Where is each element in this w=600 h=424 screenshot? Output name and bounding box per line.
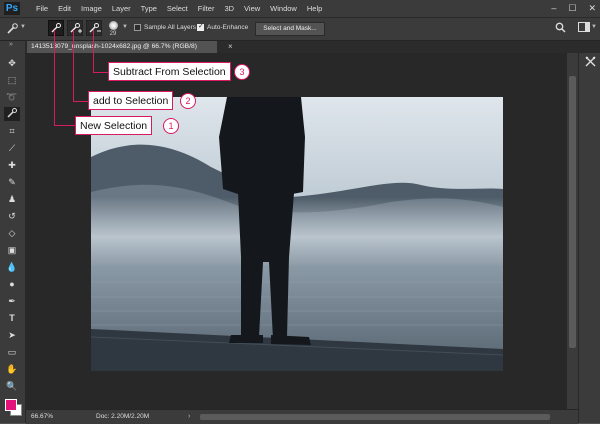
menu-window[interactable]: Window <box>265 3 302 14</box>
zoom-icon[interactable]: 🔍 <box>4 379 20 393</box>
right-panel-header <box>578 41 600 53</box>
stamp-icon[interactable]: ♟ <box>4 192 20 206</box>
callout-label: Subtract From Selection <box>113 66 226 78</box>
menu-image[interactable]: Image <box>76 3 107 14</box>
crop-icon[interactable]: ⌗ <box>4 124 20 138</box>
brush-icon[interactable]: ✎ <box>4 175 20 189</box>
document-tab[interactable]: 1413513079_unsplash-1024x682.jpg @ 66.7%… <box>27 41 217 53</box>
vertical-scrollbar-thumb[interactable] <box>569 76 576 348</box>
document-info: Doc: 2.20M/2.20M <box>96 413 150 420</box>
type-icon[interactable]: T <box>4 311 20 325</box>
healing-icon[interactable]: ✚ <box>4 158 20 172</box>
status-menu-arrow[interactable]: › <box>188 412 190 422</box>
foreground-color-swatch[interactable] <box>5 399 17 411</box>
document-tab-bar: 1413513079_unsplash-1024x682.jpg @ 66.7%… <box>25 41 578 53</box>
quick-selection-tool-preset-icon[interactable] <box>5 22 19 36</box>
marquee-icon[interactable]: ⬚ <box>4 73 20 87</box>
document-tab-title: 1413513079_unsplash-1024x682.jpg @ 66.7%… <box>31 43 197 50</box>
callout-subtract-from-selection: Subtract From Selection <box>108 62 231 81</box>
sample-all-layers-label: Sample All Layers <box>144 24 197 31</box>
dodge-icon[interactable]: ● <box>4 277 20 291</box>
menu-type[interactable]: Type <box>136 3 162 14</box>
chevron-down-icon[interactable]: ▼ <box>122 24 128 30</box>
shape-icon[interactable]: ▭ <box>4 345 20 359</box>
menu-select[interactable]: Select <box>162 3 193 14</box>
new-selection-button[interactable] <box>48 20 64 36</box>
menu-3d[interactable]: 3D <box>219 3 239 14</box>
eraser-icon[interactable]: ◇ <box>4 226 20 240</box>
sample-all-layers-checkbox[interactable] <box>134 24 141 31</box>
menu-help[interactable]: Help <box>302 3 327 14</box>
annotation-line <box>54 125 76 127</box>
menu-edit[interactable]: Edit <box>53 3 76 14</box>
auto-enhance-label: Auto-Enhance <box>207 24 249 31</box>
maximize-button[interactable]: ☐ <box>568 2 576 14</box>
menu-view[interactable]: View <box>239 3 265 14</box>
callout-label: New Selection <box>80 120 148 132</box>
brush-size-picker[interactable]: 29 <box>106 19 120 39</box>
brush-tip-icon <box>108 21 118 30</box>
menu-bar: Ps File Edit Image Layer Type Select Fil… <box>0 0 600 18</box>
callout-number-2: 2 <box>180 93 196 109</box>
toolbar-header: » <box>0 41 25 53</box>
status-bar: 66.67% Doc: 2.20M/2.20M › <box>26 409 578 424</box>
menu-filter[interactable]: Filter <box>193 3 220 14</box>
add-to-selection-button[interactable] <box>67 20 83 36</box>
menu-layer[interactable]: Layer <box>107 3 136 14</box>
zoom-level[interactable]: 66.67% <box>31 412 53 422</box>
history-brush-icon[interactable]: ↺ <box>4 209 20 223</box>
document-image[interactable] <box>91 97 503 371</box>
callout-add-to-selection: add to Selection <box>88 91 174 110</box>
gradient-icon[interactable]: ▣ <box>4 243 20 257</box>
brush-size-value: 29 <box>109 31 117 37</box>
callout-number-3: 3 <box>234 64 250 80</box>
callout-label: add to Selection <box>93 95 169 107</box>
path-select-icon[interactable]: ➤ <box>4 328 20 342</box>
menu-file[interactable]: File <box>31 3 53 14</box>
chevron-down-icon[interactable]: ▼ <box>591 24 597 30</box>
annotation-line <box>73 101 89 103</box>
auto-enhance-option[interactable]: Auto-Enhance <box>197 22 249 31</box>
callout-number-1: 1 <box>163 118 179 134</box>
pen-icon[interactable]: ✒ <box>4 294 20 308</box>
minimize-button[interactable]: – <box>551 2 556 14</box>
workspace-icon[interactable] <box>578 22 590 37</box>
annotation-line <box>93 72 109 74</box>
lasso-icon[interactable]: ➰ <box>4 90 20 104</box>
window-controls: – ☐ ✕ <box>551 2 596 14</box>
app-logo: Ps <box>4 2 20 15</box>
photo-illustration <box>91 97 503 371</box>
select-and-mask-button[interactable]: Select and Mask... <box>255 22 325 36</box>
search-icon[interactable] <box>555 22 566 37</box>
close-window-button[interactable]: ✕ <box>588 2 596 14</box>
right-panel-dock <box>578 41 600 423</box>
tools-panel: ✥ ⬚ ➰ ⌗ ⟋ ✚ ✎ ♟ ↺ ◇ ▣ 💧 ● ✒ T ➤ ▭ ✋ 🔍 ··… <box>0 53 26 423</box>
eyedropper-icon[interactable]: ⟋ <box>4 141 20 155</box>
tools-panel-icon[interactable] <box>585 56 596 70</box>
close-tab-button[interactable]: × <box>228 41 233 53</box>
hand-icon[interactable]: ✋ <box>4 362 20 376</box>
menu-list: File Edit Image Layer Type Select Filter… <box>31 3 327 14</box>
sample-all-layers-option[interactable]: Sample All Layers <box>134 24 196 31</box>
move-icon[interactable]: ✥ <box>4 56 20 70</box>
options-bar: ▼ 29 ▼ Sample All Layers Auto-Enhance Se… <box>0 18 600 41</box>
blur-icon[interactable]: 💧 <box>4 260 20 274</box>
auto-enhance-checkbox[interactable] <box>197 22 204 31</box>
chevron-down-icon[interactable]: ▼ <box>20 24 26 30</box>
annotation-line <box>73 30 75 102</box>
horizontal-scrollbar-thumb[interactable] <box>200 414 550 420</box>
quick-selection-icon[interactable] <box>4 107 20 121</box>
callout-new-selection: New Selection <box>75 116 153 135</box>
annotation-line <box>93 30 95 72</box>
annotation-line <box>54 30 56 126</box>
collapse-toolbar-icon[interactable]: » <box>9 41 13 48</box>
